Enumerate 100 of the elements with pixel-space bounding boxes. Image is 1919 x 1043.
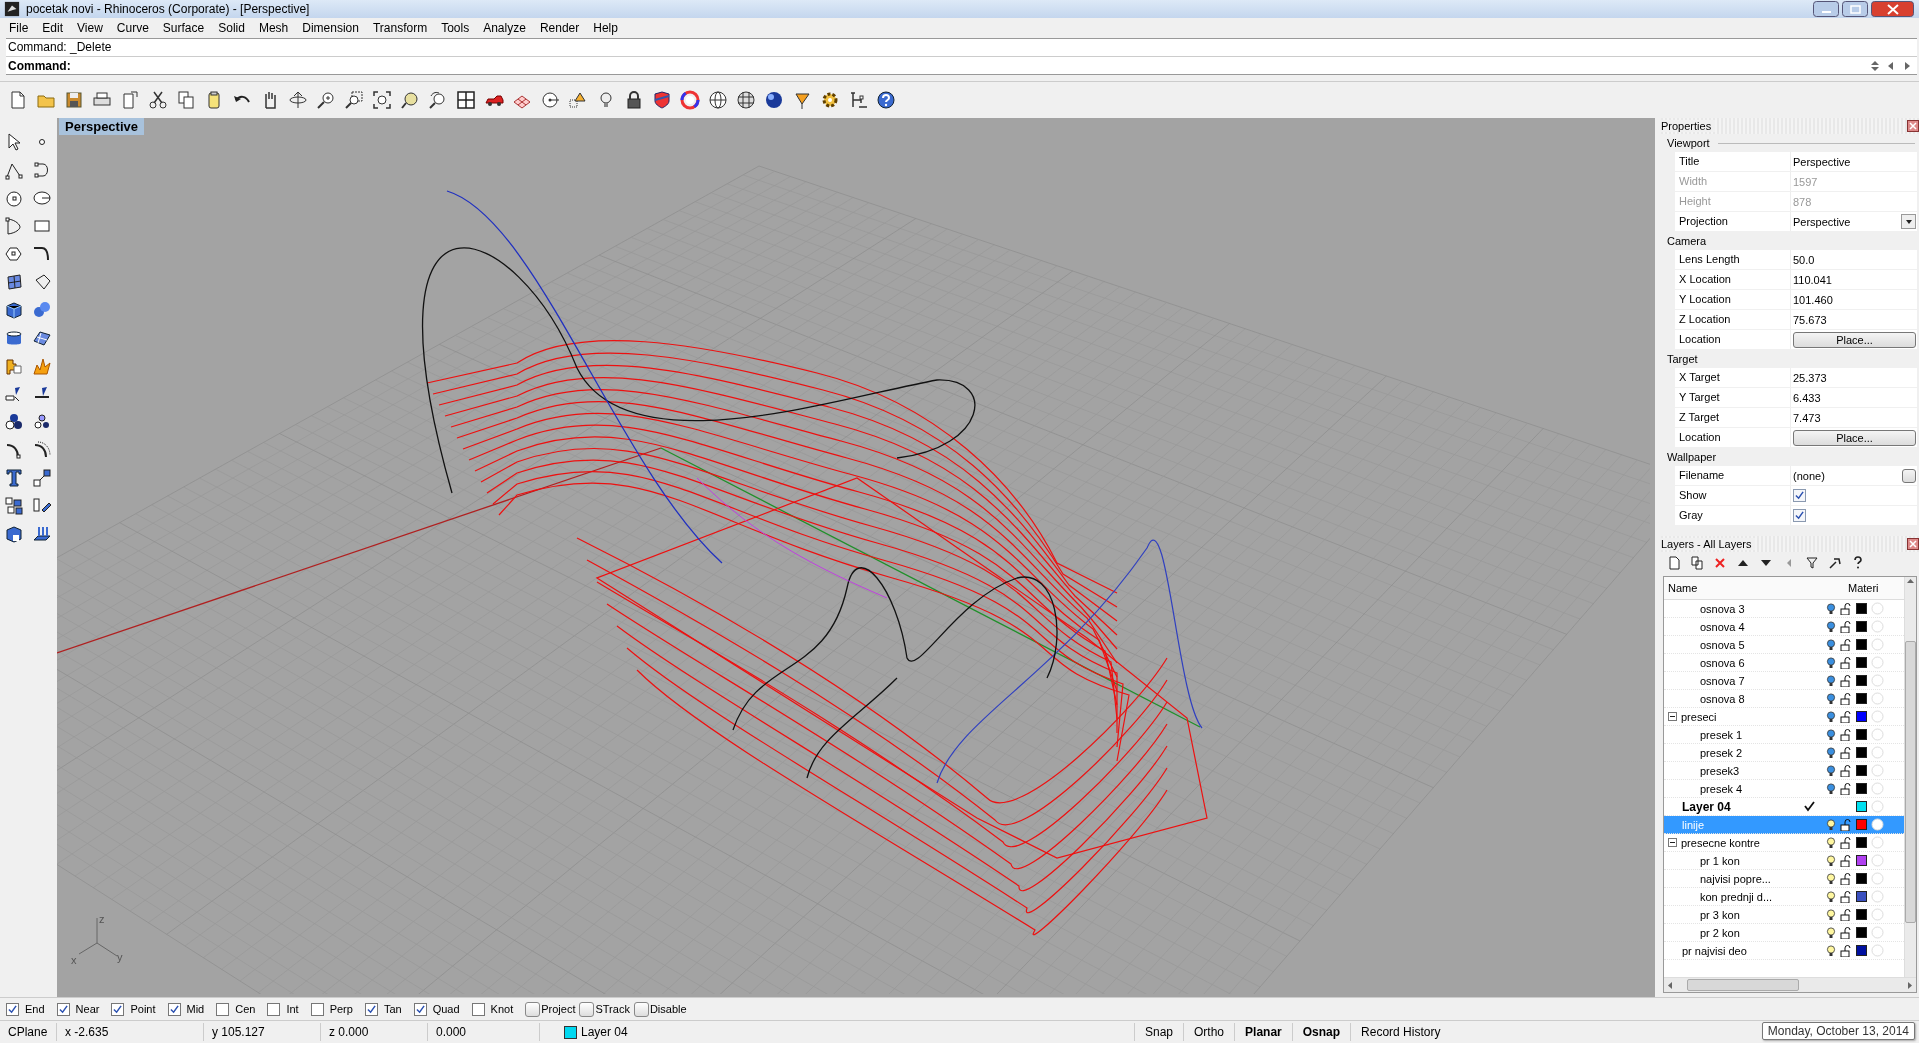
dropdown-button[interactable] [1901,214,1916,229]
diagram-icon[interactable] [848,90,868,110]
puzzle-icon[interactable] [4,356,24,376]
checkbox[interactable] [413,1002,427,1016]
unlocked-padlock-icon[interactable] [1840,710,1852,723]
extrude-icon[interactable] [32,524,52,544]
browse-button[interactable] [1902,468,1916,483]
help-icon[interactable] [1851,556,1865,570]
dots-icon[interactable] [32,412,52,432]
offset-curve-icon[interactable] [32,440,52,460]
layer-color-swatch[interactable] [1856,729,1867,740]
checkbox[interactable] [1793,509,1806,522]
lightbulb-icon[interactable] [1826,620,1836,633]
lightbulb-icon[interactable] [1826,602,1836,615]
place-button[interactable]: Place... [1793,429,1916,446]
mesh-surface-icon[interactable] [32,328,52,348]
gear-icon[interactable] [820,90,840,110]
polygon-icon[interactable] [4,244,24,264]
zoom-selected-icon[interactable] [400,90,420,110]
shapes-icon[interactable] [568,90,588,110]
unlocked-padlock-icon[interactable] [1840,836,1852,849]
layer-name[interactable]: presek3 [1700,764,1740,777]
lightbulb-icon[interactable] [1826,764,1836,777]
copy-icon[interactable] [176,90,196,110]
status-toggle[interactable]: Snap [1134,1023,1184,1041]
layer-name[interactable]: osnova 8 [1700,692,1745,705]
layer-name[interactable]: osnova 4 [1700,620,1745,633]
filter-icon[interactable] [1805,556,1819,570]
unlocked-padlock-icon[interactable] [1840,638,1852,651]
scroll-up-icon[interactable] [1906,577,1915,586]
menu-item[interactable]: Dimension [295,20,366,35]
layer-color-swatch[interactable] [1856,657,1867,668]
material-circle-icon[interactable] [1871,818,1884,831]
padlock-icon[interactable] [624,90,644,110]
collapse-icon[interactable] [1668,712,1677,721]
column-header[interactable]: Name [1664,582,1776,594]
toggle-button[interactable] [525,1001,541,1017]
lightbulb-icon[interactable] [1826,908,1836,921]
status-toggle[interactable]: Planar [1234,1023,1292,1041]
circles-icon[interactable] [4,412,24,432]
layer-name[interactable]: najvisi popre... [1700,872,1771,885]
menu-item[interactable]: Mesh [251,20,296,35]
new-layer-icon[interactable] [1667,556,1681,570]
checkbox[interactable] [471,1002,485,1016]
layer-name[interactable]: kon prednji d... [1700,890,1773,903]
layer-name[interactable]: presek 1 [1700,728,1743,741]
layer-color-swatch[interactable] [1856,711,1867,722]
layer-name[interactable]: osnova 5 [1700,638,1745,651]
undo-view-icon[interactable] [428,90,448,110]
lightbulb-icon[interactable] [1826,674,1836,687]
surface-patch-icon[interactable] [4,272,24,292]
layer-name[interactable]: pr najvisi deo [1682,944,1747,957]
page-arrow-icon[interactable] [120,90,140,110]
status-toggle[interactable]: Osnap [1291,1023,1351,1041]
menu-item[interactable]: File [2,20,36,35]
new-file-icon[interactable] [8,90,28,110]
explode-icon[interactable] [32,356,52,376]
layer-color-swatch[interactable] [1856,603,1867,614]
current-layer[interactable]: Layer 04 [581,1025,628,1039]
layer-color-swatch[interactable] [1856,747,1867,758]
unlocked-padlock-icon[interactable] [1840,764,1852,777]
cube-corner-icon[interactable] [4,524,24,544]
place-button[interactable]: Place... [1793,331,1916,348]
unlocked-padlock-icon[interactable] [1840,944,1852,957]
menu-item[interactable]: Curve [109,20,156,35]
box-icon[interactable] [4,300,24,320]
dropdown-value[interactable]: Perspective [1793,215,1901,228]
layer-color-swatch[interactable] [1856,855,1867,866]
four-viewports-icon[interactable] [456,90,476,110]
scroll-left-icon[interactable] [1666,980,1675,990]
menu-item[interactable]: Solid [211,20,252,35]
lightbulb-icon[interactable] [1826,656,1836,669]
unlocked-padlock-icon[interactable] [1840,674,1852,687]
spinner-icon[interactable] [1869,59,1881,72]
close-icon[interactable] [1907,538,1919,550]
layer-color-swatch[interactable] [1856,819,1867,830]
sphere-wireframe-icon[interactable] [708,90,728,110]
zoom-window-icon[interactable] [344,90,364,110]
layer-color-swatch[interactable] [1856,873,1867,884]
blocks-icon[interactable] [4,496,24,516]
delete-icon[interactable] [1713,556,1727,570]
scrollbar-thumb[interactable] [1905,641,1916,923]
unlocked-padlock-icon[interactable] [1840,656,1852,669]
layer-color-swatch[interactable] [1856,927,1867,938]
scroll-right-icon[interactable] [1905,980,1914,990]
checkbox[interactable] [6,1002,19,1016]
lightbulb-icon[interactable] [1826,944,1836,957]
lightbulb-icon[interactable] [1826,926,1836,939]
layer-color-swatch[interactable] [1856,801,1867,812]
checkbox[interactable] [364,1002,378,1016]
unlocked-padlock-icon[interactable] [1840,926,1852,939]
layer-color-swatch[interactable] [1856,639,1867,650]
checkbox[interactable] [167,1002,181,1016]
unlocked-padlock-icon[interactable] [1840,692,1852,705]
layer-name[interactable]: presek 2 [1700,746,1743,759]
layer-color-swatch[interactable] [1856,693,1867,704]
menu-item[interactable]: Edit [35,20,71,35]
close-icon[interactable] [1907,120,1919,132]
lightbulb-icon[interactable] [1826,782,1836,795]
lightbulb-icon[interactable] [1826,692,1836,705]
